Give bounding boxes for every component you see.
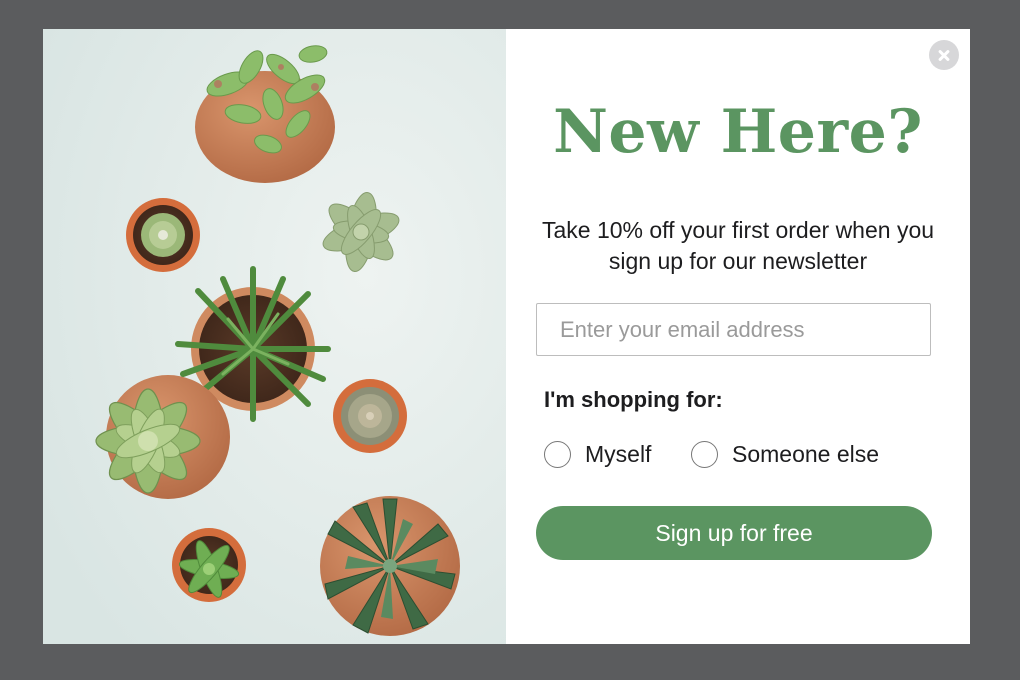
radio-label-someone-else: Someone else [732, 440, 880, 467]
plant-small-cactus [126, 198, 200, 272]
signup-button[interactable]: Sign up for free [536, 506, 932, 560]
succulents-photo [43, 29, 506, 644]
radio-button[interactable] [691, 440, 718, 468]
radio-someone-else[interactable]: Someone else [691, 438, 879, 470]
radio-myself[interactable]: Myself [544, 438, 651, 470]
radio-button[interactable] [544, 440, 571, 468]
plant-round-cactus [333, 379, 407, 453]
close-icon[interactable] [929, 40, 959, 70]
plant-haworthia [320, 496, 460, 636]
email-input[interactable] [536, 303, 931, 356]
shopping-for-label: I'm shopping for: [544, 387, 723, 412]
succulents-illustration [43, 29, 506, 644]
offer-text: Take 10% off your first order when you s… [541, 217, 935, 274]
signup-panel: New Here? Take 10% off your first order … [506, 29, 970, 644]
radio-label-myself: Myself [585, 440, 652, 467]
plant-small-green [172, 528, 246, 602]
headline: New Here? [553, 97, 923, 167]
newsletter-popup: New Here? Take 10% off your first order … [43, 29, 970, 644]
